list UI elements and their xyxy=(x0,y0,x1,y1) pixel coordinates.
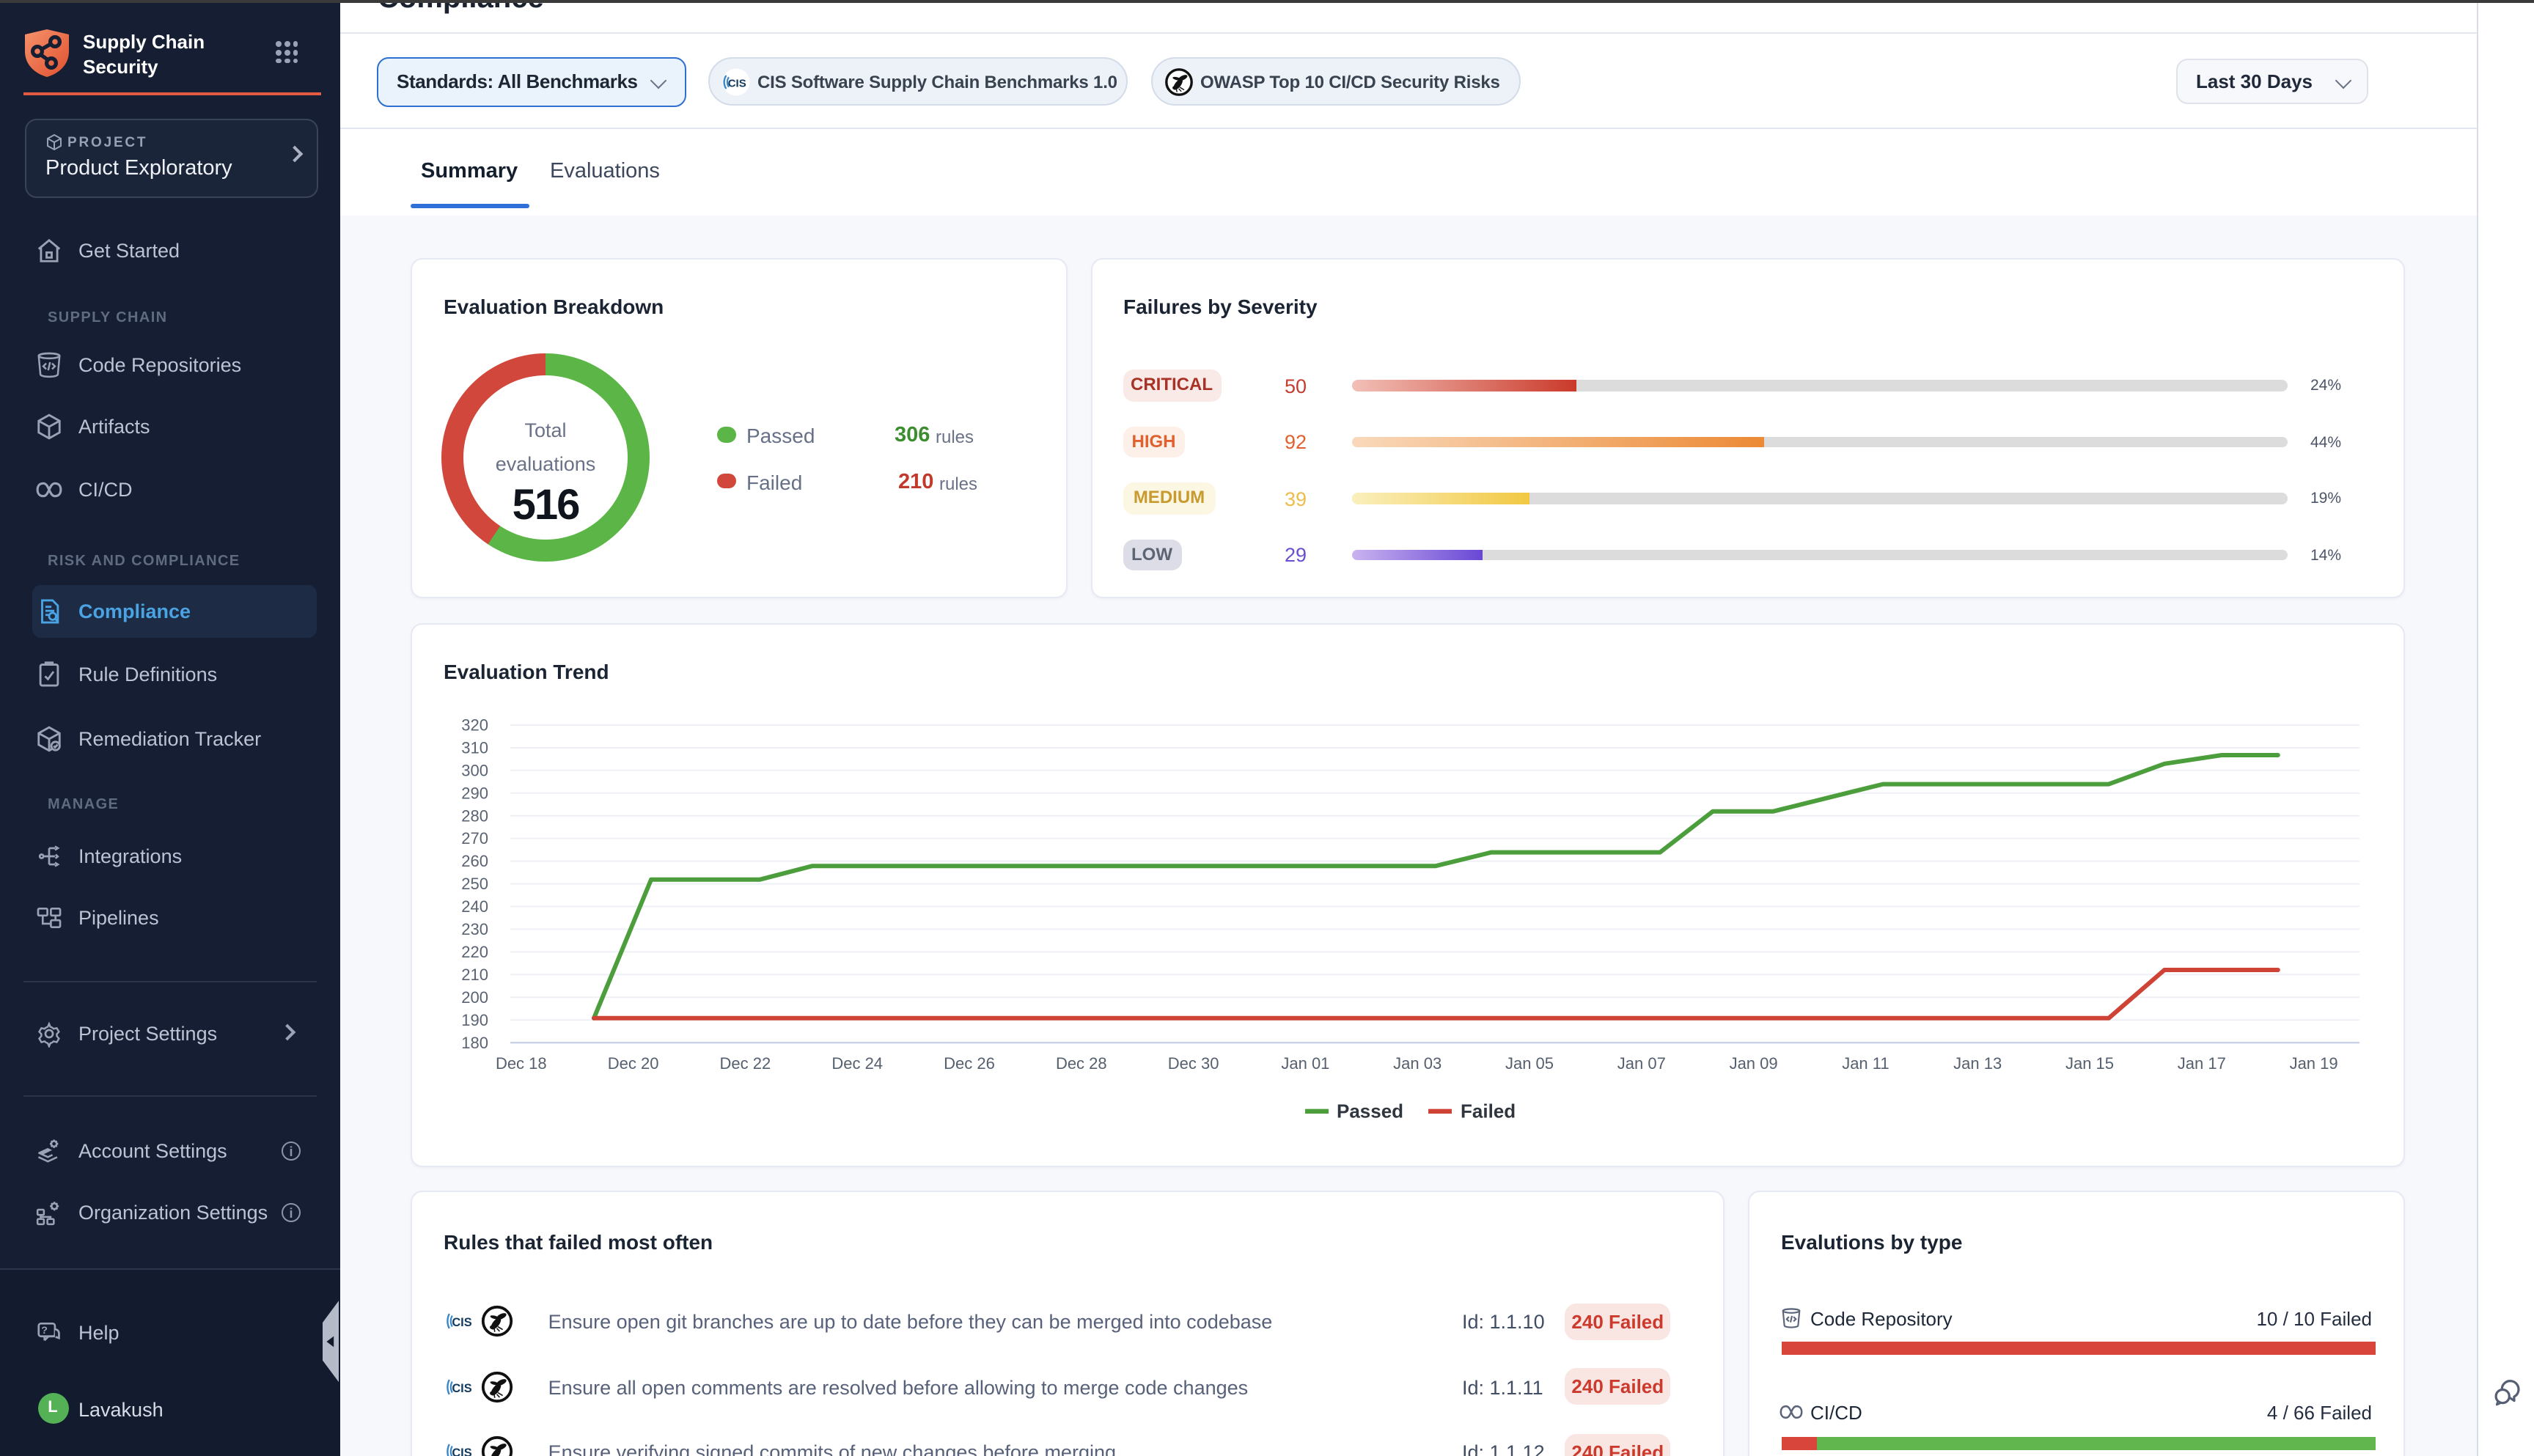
svg-text:230: 230 xyxy=(461,919,488,938)
svg-text:Jan 05: Jan 05 xyxy=(1505,1054,1554,1072)
svg-text:Jan 11: Jan 11 xyxy=(1842,1054,1889,1072)
svg-text:Dec 24: Dec 24 xyxy=(831,1054,883,1072)
svg-text:190: 190 xyxy=(461,1010,488,1029)
svg-text:Dec 18: Dec 18 xyxy=(496,1054,547,1072)
svg-text:Failed: Failed xyxy=(1461,1100,1516,1122)
svg-text:200: 200 xyxy=(461,988,488,1006)
svg-text:Passed: Passed xyxy=(1337,1100,1403,1122)
svg-text:Jan 07: Jan 07 xyxy=(1617,1054,1666,1072)
svg-text:260: 260 xyxy=(461,851,488,869)
svg-text:Dec 28: Dec 28 xyxy=(1056,1054,1107,1072)
svg-text:CIS: CIS xyxy=(452,1316,471,1329)
svg-text:CIS: CIS xyxy=(728,76,746,89)
svg-text:CIS: CIS xyxy=(452,1446,471,1456)
svg-text:290: 290 xyxy=(461,783,488,801)
svg-text:320: 320 xyxy=(461,716,488,734)
svg-text:Dec 30: Dec 30 xyxy=(1168,1054,1219,1072)
svg-text:Jan 01: Jan 01 xyxy=(1281,1054,1329,1072)
svg-text:Dec 20: Dec 20 xyxy=(608,1054,659,1072)
svg-text:220: 220 xyxy=(461,942,488,960)
svg-text:250: 250 xyxy=(461,874,488,892)
svg-text:Jan 19: Jan 19 xyxy=(2290,1054,2338,1072)
svg-text:300: 300 xyxy=(461,760,488,779)
svg-text:Jan 09: Jan 09 xyxy=(1730,1054,1778,1072)
svg-text:Jan 15: Jan 15 xyxy=(2065,1054,2114,1072)
svg-text:180: 180 xyxy=(461,1033,488,1051)
svg-text:310: 310 xyxy=(461,738,488,757)
svg-text:Jan 13: Jan 13 xyxy=(1953,1054,2002,1072)
svg-text:Jan 03: Jan 03 xyxy=(1393,1054,1442,1072)
svg-text:270: 270 xyxy=(461,828,488,847)
svg-text:?: ? xyxy=(41,1324,48,1336)
svg-text:210: 210 xyxy=(461,965,488,983)
svg-text:280: 280 xyxy=(461,806,488,824)
svg-text:Dec 26: Dec 26 xyxy=(944,1054,995,1072)
svg-text:CIS: CIS xyxy=(452,1381,471,1394)
svg-text:Jan 17: Jan 17 xyxy=(2178,1054,2226,1072)
svg-text:240: 240 xyxy=(461,897,488,915)
svg-text:Dec 22: Dec 22 xyxy=(720,1054,771,1072)
